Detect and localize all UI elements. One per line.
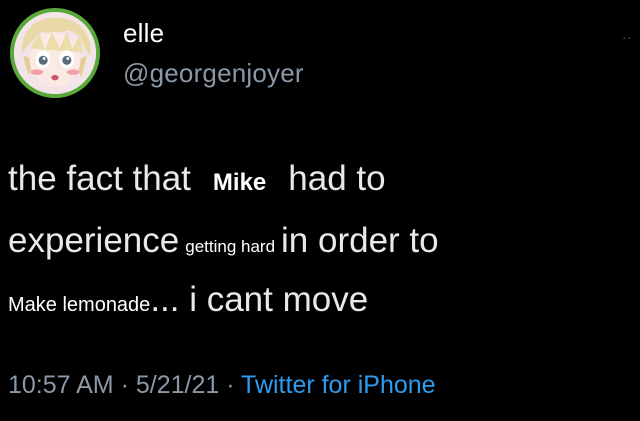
tweet-text-line-2: experience getting hard in order to xyxy=(8,223,439,258)
tweet-text-line-1: the fact that Mike had to xyxy=(8,161,386,196)
tweet-text-segment: the fact that xyxy=(8,159,191,198)
anime-avatar-icon xyxy=(14,12,96,94)
meta-separator: · xyxy=(219,371,242,399)
inserted-text-name: Mike xyxy=(212,169,267,196)
tweet-source-link[interactable]: Twitter for iPhone xyxy=(241,371,436,399)
display-name[interactable]: elle xyxy=(123,18,164,49)
tweet-time[interactable]: 10:57 AM xyxy=(8,371,114,399)
user-handle[interactable]: @georgenjoyer xyxy=(123,58,304,89)
tweet-metadata: 10:57 AM · 5/21/21 · Twitter for iPhone xyxy=(8,371,436,400)
tweet-card: elle @georgenjoyer .. the fact that Mike h… xyxy=(0,0,640,421)
tweet-text-segment: ... i cant move xyxy=(150,280,369,319)
inserted-text-phrase: Make lemonade xyxy=(8,294,151,316)
tweet-text-segment: had to xyxy=(288,159,386,198)
tweet-text-segment: experience xyxy=(8,221,180,260)
avatar[interactable] xyxy=(10,8,100,98)
tweet-text-segment: in order to xyxy=(281,221,439,260)
more-options-icon[interactable]: .. xyxy=(622,26,632,42)
tweet-date[interactable]: 5/21/21 xyxy=(136,371,219,399)
meta-separator: · xyxy=(113,371,136,399)
tweet-text-line-3: Make lemonade... i cant move xyxy=(8,282,368,317)
inserted-text-phrase: getting hard xyxy=(185,237,276,256)
